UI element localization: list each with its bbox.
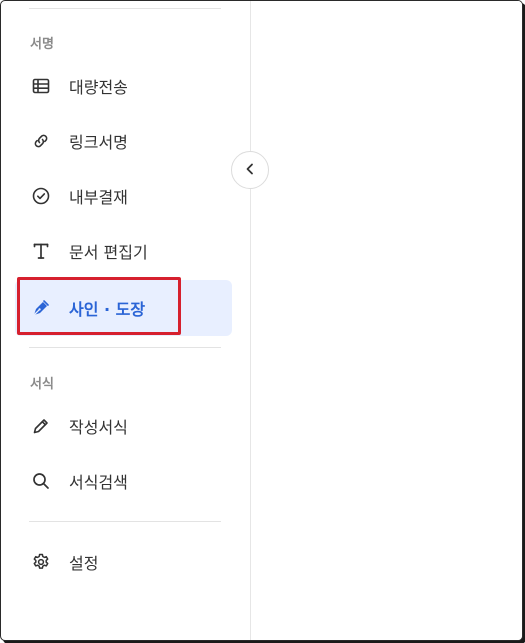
sidebar-item-sign-stamp[interactable]: 사인 · 도장 (15, 280, 232, 336)
pencil-icon (29, 414, 53, 438)
main-content (251, 1, 522, 640)
sidebar-item-bulk-send[interactable]: 대량전송 (15, 58, 232, 114)
section-label-signature: 서명 (30, 37, 54, 52)
section-label-forms: 서식 (30, 377, 54, 392)
sidebar-item-label: 서식검색 (69, 473, 128, 492)
divider-bottom (29, 521, 221, 522)
link-icon (29, 129, 53, 153)
sidebar-item-write-form[interactable]: 작성서식 (15, 398, 232, 454)
divider-top (29, 8, 221, 9)
sidebar-item-label: 대량전송 (69, 78, 128, 97)
collapse-sidebar-button[interactable] (231, 151, 269, 189)
divider-middle (29, 347, 221, 348)
table-icon (29, 74, 53, 98)
app-window: 서명 대량전송 링크서명 내부결재 문서 편집기 사인 · 도장 서식 작성서식… (0, 0, 523, 641)
sidebar: 서명 대량전송 링크서명 내부결재 문서 편집기 사인 · 도장 서식 작성서식… (1, 1, 251, 640)
sidebar-item-internal-approval[interactable]: 내부결재 (15, 168, 232, 224)
chevron-left-icon (243, 161, 257, 180)
sidebar-item-label: 문서 편집기 (69, 243, 148, 262)
sidebar-item-label: 링크서명 (69, 133, 128, 152)
gear-icon (29, 550, 53, 574)
sidebar-item-label: 내부결재 (69, 188, 128, 207)
sidebar-item-settings[interactable]: 설정 (15, 534, 232, 590)
sidebar-item-label: 사인 · 도장 (69, 300, 146, 319)
sidebar-item-label: 설정 (69, 554, 99, 573)
search-icon (29, 469, 53, 493)
sidebar-item-label: 작성서식 (69, 418, 128, 437)
sidebar-item-doc-editor[interactable]: 문서 편집기 (15, 223, 232, 279)
sidebar-item-link-sign[interactable]: 링크서명 (15, 113, 232, 169)
check-circle-icon (29, 184, 53, 208)
sidebar-item-search-form[interactable]: 서식검색 (15, 453, 232, 509)
pen-nib-icon (29, 296, 53, 320)
text-icon (29, 239, 53, 263)
